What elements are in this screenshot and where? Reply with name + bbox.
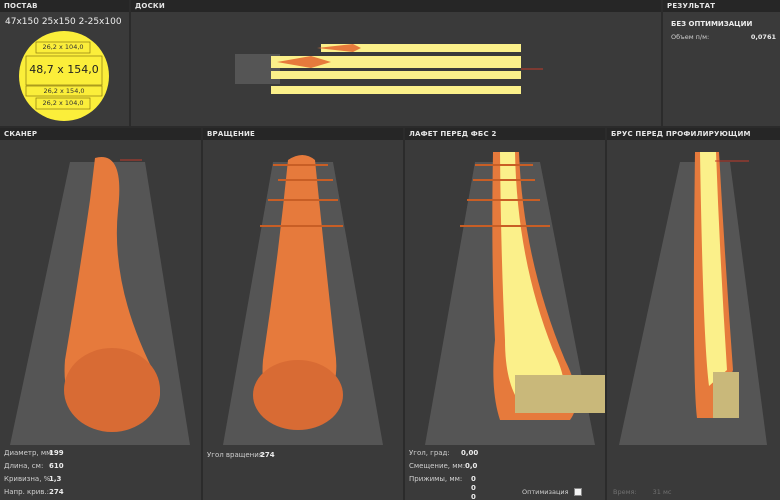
stat-value: 0 xyxy=(471,484,476,492)
stat-value: 274 xyxy=(260,451,275,459)
stat-label: Угол, град: xyxy=(409,449,450,457)
stat-label: Длина, см: xyxy=(4,462,44,470)
carriage-view xyxy=(425,152,605,445)
stat-label: Угол вращения: xyxy=(207,451,266,459)
carriage-panel: ЛАФЕТ ПЕРЕД ФБС 2 Угол, град: 0,00 Смещен… xyxy=(405,128,605,500)
time-value: 31 мс xyxy=(652,488,672,496)
beam-panel: БРУС ПЕРЕД ПРОФИЛИРУЮЩИМ Время: 31 мс xyxy=(607,128,780,500)
result-panel: РЕЗУЛЬТАТ БЕЗ ОПТИМИЗАЦИИ Объем п/м: 0,0… xyxy=(663,0,780,126)
stat-label: Диаметр, мм: xyxy=(4,449,54,457)
scanner-panel: СКАНЕР Диаметр, мм: 199 Длина, см: 610 Кри… xyxy=(0,128,201,500)
log-end xyxy=(64,348,160,432)
rotation-view xyxy=(223,155,383,445)
board-label: 26,2 x 104,0 xyxy=(42,43,84,51)
board-label: 26,2 x 104,0 xyxy=(42,99,84,107)
carriage-title: ЛАФЕТ ПЕРЕД ФБС 2 xyxy=(405,128,605,140)
stat-value: 0 xyxy=(471,493,476,500)
scanner-title: СКАНЕР xyxy=(0,128,201,140)
beam-end xyxy=(713,372,739,418)
beam-title: БРУС ПЕРЕД ПРОФИЛИРУЮЩИМ xyxy=(607,128,780,140)
rotation-panel: ВРАЩЕНИЕ Угол вращения: 274 xyxy=(203,128,403,500)
rotation-title: ВРАЩЕНИЕ xyxy=(203,128,403,140)
boards-panel: ДОСКИ xyxy=(131,0,661,126)
beam-end xyxy=(515,375,605,413)
stat-value: 1,3 xyxy=(49,475,62,483)
rotation-angle: Угол вращения: 274 xyxy=(207,451,275,459)
beam-time: Время: 31 мс xyxy=(613,488,672,496)
boards-diagram xyxy=(235,44,543,94)
stat-value: 0,0 xyxy=(465,462,478,470)
board-strip xyxy=(271,86,521,94)
stat-value: 274 xyxy=(49,488,64,496)
result-mode: БЕЗ ОПТИМИЗАЦИИ xyxy=(671,20,753,28)
optimization-toggle[interactable]: Оптимизация xyxy=(522,488,582,496)
scanner-view xyxy=(10,157,190,445)
log-end xyxy=(253,360,343,430)
postav-panel: ПОСТАВ 47x150 25x150 2-25x100 26,2 x 104… xyxy=(0,0,129,126)
stat-value: 0 xyxy=(471,475,476,483)
stat-value: 199 xyxy=(49,449,64,457)
stat-value: 610 xyxy=(49,462,64,470)
stat-label: Смещение, мм: xyxy=(409,462,466,470)
stat-label: Кривизна, %: xyxy=(4,475,53,483)
result-volume-value: 0,0761 xyxy=(750,33,776,41)
optimization-label: Оптимизация xyxy=(522,488,569,496)
stat-label: Прижимы, мм: xyxy=(409,475,463,483)
beam-view xyxy=(619,152,767,445)
stat-value: 0,00 xyxy=(461,449,479,457)
stat-label: Напр. крив.: xyxy=(4,488,49,496)
result-volume-label: Объем п/м: xyxy=(671,33,710,41)
board-label-main: 48,7 x 154,0 xyxy=(29,63,99,76)
time-label: Время: xyxy=(613,488,637,496)
result-title: РЕЗУЛЬТАТ xyxy=(663,0,780,12)
board-strip xyxy=(271,71,521,79)
board-label: 26,2 x 154,0 xyxy=(43,87,85,95)
optimization-checkbox[interactable] xyxy=(573,488,582,496)
